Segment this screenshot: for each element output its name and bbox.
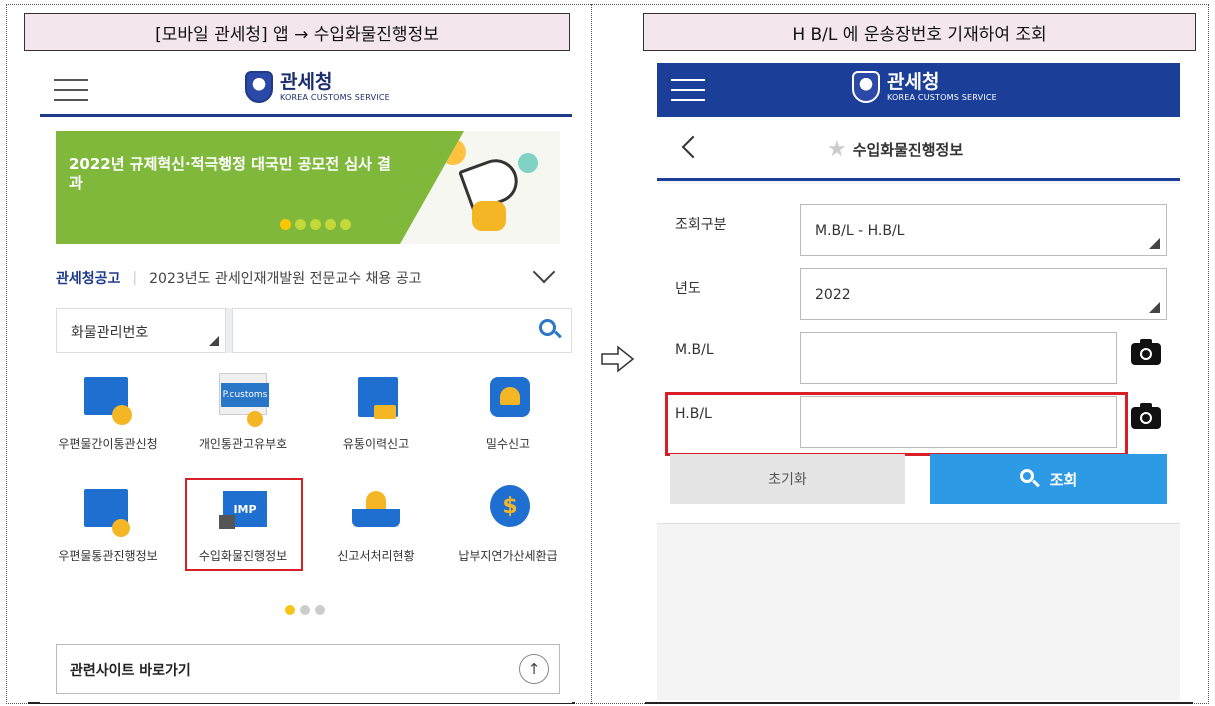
menu-item-report-processing-status[interactable]: 신고서처리현황 bbox=[316, 485, 436, 564]
menu-icon[interactable] bbox=[671, 79, 705, 101]
query-type-value: M.B/L - H.B/L bbox=[815, 223, 905, 239]
refund-dollar-icon: $ bbox=[478, 485, 538, 541]
mail-search-icon bbox=[78, 485, 138, 541]
search-icon bbox=[1019, 469, 1040, 489]
scroll-up-icon[interactable]: ↑ bbox=[519, 654, 549, 684]
report-status-icon bbox=[346, 485, 406, 541]
mbl-input[interactable] bbox=[800, 332, 1117, 384]
query-type-label: 조회구분 bbox=[675, 217, 727, 233]
highlight-box-import-cargo bbox=[185, 478, 303, 571]
menu-item-label: 우편물통관진행정보 bbox=[58, 549, 158, 563]
megaphone-illustration bbox=[400, 131, 560, 244]
right-bottom-rule bbox=[645, 702, 1193, 704]
menu-item-label: 개인통관고유부호 bbox=[198, 437, 288, 451]
mail-check-icon bbox=[78, 373, 138, 429]
menu-item-label: 밀수신고 bbox=[485, 437, 531, 451]
menu-icon[interactable] bbox=[54, 79, 88, 101]
reset-button[interactable]: 초기화 bbox=[670, 454, 905, 504]
notice-separator: | bbox=[132, 270, 138, 286]
search-type-select[interactable]: 화물관리번호 bbox=[56, 308, 226, 353]
menu-item-label: 신고서처리현황 bbox=[337, 549, 415, 563]
search-button[interactable]: 조회 bbox=[930, 454, 1167, 504]
dropdown-triangle-icon bbox=[1149, 238, 1160, 249]
chevron-down-icon[interactable] bbox=[532, 260, 556, 284]
search-button-label: 조회 bbox=[1049, 470, 1078, 489]
menu-page-dot[interactable] bbox=[315, 605, 325, 615]
left-phone-screen: 관세청 KOREA CUSTOMS SERVICE 2022년 규제혁신·적극행… bbox=[40, 63, 572, 703]
dropdown-triangle-icon bbox=[1149, 302, 1160, 313]
year-value: 2022 bbox=[815, 287, 851, 303]
menu-item-smuggling-report[interactable]: 밀수신고 bbox=[448, 373, 568, 452]
menu-item-label: 우편물간이통관신청 bbox=[58, 437, 158, 451]
related-sites-label: 관련사이트 바로가기 bbox=[70, 663, 191, 679]
banner-pagination[interactable] bbox=[280, 219, 351, 230]
logo-name-ko: 관세청 bbox=[280, 70, 333, 93]
banner-dot[interactable] bbox=[310, 219, 321, 230]
highlight-box-hbl bbox=[665, 392, 1128, 456]
favorite-star-icon[interactable]: ★ bbox=[827, 137, 847, 162]
right-arrow-icon bbox=[601, 345, 635, 373]
menu-item-late-payment-refund[interactable]: $ 납부지연가산세환급 bbox=[448, 485, 568, 564]
panel-divider bbox=[591, 4, 592, 704]
logo-name-en: KOREA CUSTOMS SERVICE bbox=[887, 92, 997, 102]
menu-item-label: 납부지연가산세환급 bbox=[458, 549, 558, 563]
page-title: 수입화물진행정보 bbox=[852, 141, 964, 159]
notice-message[interactable]: 2023년도 관세인재개발원 전문교수 채용 공고 bbox=[149, 268, 421, 288]
left-caption: [모바일 관세청] 앱 → 수입화물진행정보 bbox=[24, 13, 570, 51]
dropdown-triangle-icon bbox=[209, 336, 219, 346]
menu-page-dot[interactable] bbox=[300, 605, 310, 615]
banner-dot[interactable] bbox=[280, 219, 291, 230]
menu-item-distribution-report[interactable]: 유통이력신고 bbox=[316, 373, 436, 452]
cargo-search-bar: 화물관리번호 bbox=[56, 308, 572, 353]
customs-emblem-icon bbox=[852, 71, 880, 103]
menu-item-postal-clearance-progress[interactable]: 우편물통관진행정보 bbox=[48, 485, 168, 564]
notice-bar[interactable]: 관세청공고 | 2023년도 관세인재개발원 전문교수 채용 공고 bbox=[56, 260, 572, 292]
camera-icon[interactable] bbox=[1131, 339, 1163, 365]
distribution-report-icon bbox=[346, 373, 406, 429]
menu-page-dot[interactable] bbox=[285, 605, 295, 615]
right-caption: H B/L 에 운송장번호 기재하여 조회 bbox=[643, 13, 1196, 51]
banner-dot[interactable] bbox=[295, 219, 306, 230]
banner-dot[interactable] bbox=[340, 219, 351, 230]
search-icon[interactable] bbox=[539, 319, 563, 343]
right-phone-screen: 관세청 KOREA CUSTOMS SERVICE ★ 수입화물진행정보 조회구… bbox=[657, 63, 1180, 700]
personal-customs-code-icon: P.customs bbox=[213, 373, 273, 429]
notice-tag: 관세청공고 bbox=[56, 271, 121, 287]
search-type-value: 화물관리번호 bbox=[71, 325, 149, 341]
menu-item-personal-customs-code[interactable]: P.customs 개인통관고유부호 bbox=[183, 373, 303, 452]
camera-icon[interactable] bbox=[1131, 403, 1163, 429]
promo-banner[interactable]: 2022년 규제혁신·적극행정 대국민 공모전 심사 결과 bbox=[56, 131, 560, 244]
search-input[interactable] bbox=[232, 308, 572, 353]
customs-logo[interactable]: 관세청 KOREA CUSTOMS SERVICE bbox=[245, 71, 390, 103]
menu-pagination[interactable] bbox=[285, 605, 325, 615]
smuggling-report-icon bbox=[478, 373, 538, 429]
logo-name-en: KOREA CUSTOMS SERVICE bbox=[280, 92, 390, 102]
banner-dot[interactable] bbox=[325, 219, 336, 230]
customs-emblem-icon bbox=[245, 71, 273, 103]
app-header: 관세청 KOREA CUSTOMS SERVICE bbox=[657, 63, 1180, 117]
cargo-query-form: 조회구분 M.B/L - H.B/L 년도 2022 M.B/L H.B/L 초… bbox=[657, 184, 1180, 524]
mbl-label: M.B/L bbox=[675, 342, 714, 358]
menu-item-postal-simple-clearance[interactable]: 우편물간이통관신청 bbox=[48, 373, 168, 452]
back-icon[interactable] bbox=[681, 135, 705, 159]
year-label: 년도 bbox=[675, 281, 701, 297]
related-sites-link[interactable]: 관련사이트 바로가기 ↑ bbox=[56, 644, 560, 694]
customs-logo[interactable]: 관세청 KOREA CUSTOMS SERVICE bbox=[852, 71, 997, 103]
page-title-bar: ★ 수입화물진행정보 bbox=[657, 117, 1180, 181]
query-type-select[interactable]: M.B/L - H.B/L bbox=[800, 204, 1167, 256]
app-header: 관세청 KOREA CUSTOMS SERVICE bbox=[40, 63, 572, 117]
menu-item-label: 유통이력신고 bbox=[342, 437, 410, 451]
banner-text: 2022년 규제혁신·적극행정 대국민 공모전 심사 결과 bbox=[69, 155, 391, 192]
year-select[interactable]: 2022 bbox=[800, 268, 1167, 320]
logo-name-ko: 관세청 bbox=[887, 70, 940, 93]
